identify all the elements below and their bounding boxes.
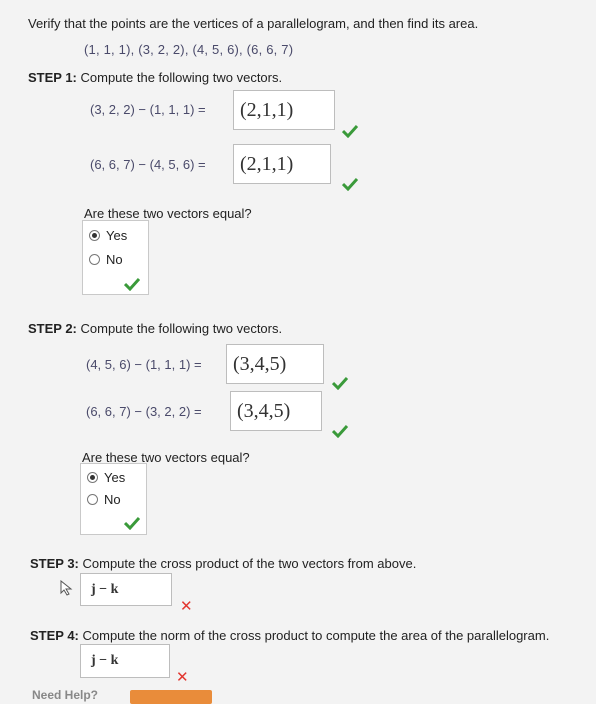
radio-unselected-icon[interactable] bbox=[89, 254, 100, 265]
step2-no-label: No bbox=[104, 492, 121, 507]
check-icon bbox=[332, 376, 348, 390]
step2-label: STEP 2: bbox=[28, 321, 77, 336]
step3-label: STEP 3: bbox=[30, 556, 79, 571]
step4-text: Compute the norm of the cross product to… bbox=[78, 628, 550, 643]
radio-unselected-icon[interactable] bbox=[87, 494, 98, 505]
step2-radio-group: Yes No bbox=[80, 463, 147, 535]
help-button[interactable] bbox=[130, 690, 212, 704]
cross-icon: ✕ bbox=[176, 668, 189, 686]
step4-heading: STEP 4: Compute the norm of the cross pr… bbox=[30, 628, 549, 643]
check-icon bbox=[342, 124, 358, 138]
step2-expr2: (6, 6, 7) − (3, 2, 2) = bbox=[86, 404, 202, 419]
radio-selected-icon[interactable] bbox=[87, 472, 98, 483]
step1-answer1-field[interactable]: (2,1,1) bbox=[233, 90, 335, 130]
step3-heading: STEP 3: Compute the cross product of the… bbox=[30, 556, 416, 571]
step2-heading: STEP 2: Compute the following two vector… bbox=[28, 321, 282, 336]
step2-answer2-field[interactable]: (3,4,5) bbox=[230, 391, 322, 431]
step2-expr1: (4, 5, 6) − (1, 1, 1) = bbox=[86, 357, 202, 372]
step1-text: Compute the following two vectors. bbox=[76, 70, 283, 85]
check-icon bbox=[332, 424, 348, 438]
step1-expr2: (6, 6, 7) − (4, 5, 6) = bbox=[90, 157, 206, 172]
step1-question: Are these two vectors equal? bbox=[84, 206, 252, 221]
mouse-pointer-icon bbox=[60, 580, 73, 596]
step2-option-no[interactable]: No bbox=[87, 492, 121, 507]
step2-option-yes[interactable]: Yes bbox=[87, 470, 125, 485]
step3-answer-field[interactable]: j − k bbox=[80, 573, 172, 606]
step1-label: STEP 1: bbox=[28, 70, 77, 85]
step4-label: STEP 4: bbox=[30, 628, 79, 643]
step1-expr1: (3, 2, 2) − (1, 1, 1) = bbox=[90, 102, 206, 117]
step2-answer1-field[interactable]: (3,4,5) bbox=[226, 344, 324, 384]
check-icon bbox=[124, 277, 140, 291]
step1-option-yes[interactable]: Yes bbox=[89, 228, 127, 243]
step1-no-label: No bbox=[106, 252, 123, 267]
step1-radio-group: Yes No bbox=[82, 220, 149, 295]
points-list: (1, 1, 1), (3, 2, 2), (4, 5, 6), (6, 6, … bbox=[84, 42, 294, 57]
cross-icon: ✕ bbox=[180, 597, 193, 615]
step4-answer-field[interactable]: j − k bbox=[80, 644, 170, 678]
step1-heading: STEP 1: Compute the following two vector… bbox=[28, 70, 282, 85]
check-icon bbox=[124, 516, 140, 530]
step3-text: Compute the cross product of the two vec… bbox=[78, 556, 417, 571]
step2-text: Compute the following two vectors. bbox=[76, 321, 283, 336]
step1-answer2-field[interactable]: (2,1,1) bbox=[233, 144, 331, 184]
step2-yes-label: Yes bbox=[104, 470, 126, 485]
problem-prompt: Verify that the points are the vertices … bbox=[28, 16, 479, 31]
check-icon bbox=[342, 177, 358, 191]
step1-yes-label: Yes bbox=[106, 228, 128, 243]
step1-option-no[interactable]: No bbox=[89, 252, 123, 267]
radio-selected-icon[interactable] bbox=[89, 230, 100, 241]
